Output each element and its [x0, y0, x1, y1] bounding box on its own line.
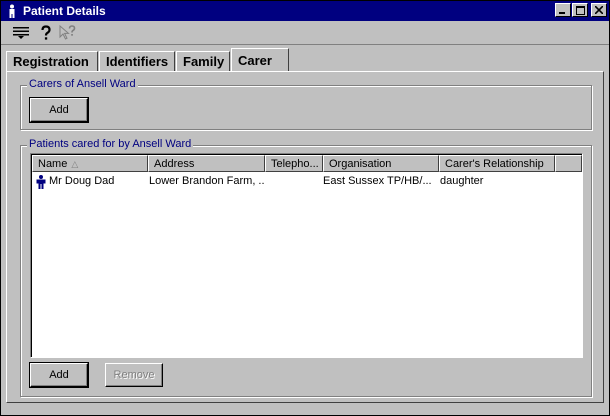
close-icon [595, 6, 603, 14]
question-mark-icon [41, 25, 51, 40]
person-icon [9, 4, 15, 18]
tab-carer[interactable]: Carer [231, 48, 289, 72]
cell-organisation: East Sussex TP/HB/... [323, 175, 432, 187]
column-header-filler [555, 155, 582, 172]
column-header-name[interactable]: Name △ [32, 155, 148, 172]
toolbar-menu-button[interactable] [11, 24, 31, 42]
carer-tab-panel: Carers of Ansell Ward Add Patients cared… [6, 71, 604, 403]
tab-family[interactable]: Family [176, 51, 230, 71]
maximize-button[interactable] [572, 3, 588, 17]
carers-group: Carers of Ansell Ward [20, 78, 592, 130]
tab-identifiers[interactable]: Identifiers [99, 51, 175, 71]
person-icon [36, 175, 46, 189]
minimize-button[interactable] [555, 3, 571, 17]
maximize-icon [575, 5, 585, 15]
help-button[interactable] [36, 24, 56, 42]
title-bar[interactable]: Patient Details [1, 1, 609, 21]
close-button[interactable] [591, 3, 607, 17]
add-carer-button[interactable]: Add [29, 97, 89, 123]
list-menu-icon [13, 27, 29, 39]
window-title: Patient Details [23, 4, 106, 18]
table-row[interactable]: Mr Doug Dad Lower Brandon Farm, ... East… [32, 174, 582, 190]
carers-group-label: Carers of Ansell Ward [27, 78, 138, 90]
column-header-address[interactable]: Address [148, 155, 265, 172]
cell-relationship: daughter [440, 175, 484, 187]
pointer-help-icon [59, 25, 76, 40]
context-help-button[interactable] [58, 24, 78, 42]
sort-ascending-icon: △ [71, 159, 79, 169]
tab-strip: Registration Identifiers Family Carer [6, 48, 606, 72]
list-header: Name △ Address Telepho... Organisation Ca… [32, 155, 582, 172]
column-header-telephone[interactable]: Telepho... [265, 155, 323, 172]
remove-patient-button[interactable]: Remove [105, 363, 163, 387]
column-header-organisation[interactable]: Organisation [323, 155, 439, 172]
add-patient-button[interactable]: Add [29, 362, 89, 388]
minimize-icon [559, 12, 565, 14]
toolbar [1, 22, 609, 45]
patients-list[interactable]: Name △ Address Telepho... Organisation Ca… [30, 153, 583, 358]
patient-details-window: Patient Details Registration Identifiers… [0, 0, 610, 416]
column-header-relationship[interactable]: Carer's Relationship [439, 155, 555, 172]
patients-group-label: Patients cared for by Ansell Ward [27, 138, 194, 150]
tab-registration[interactable]: Registration [6, 51, 98, 71]
cell-address: Lower Brandon Farm, ... [149, 175, 264, 187]
cell-name: Mr Doug Dad [49, 175, 115, 187]
